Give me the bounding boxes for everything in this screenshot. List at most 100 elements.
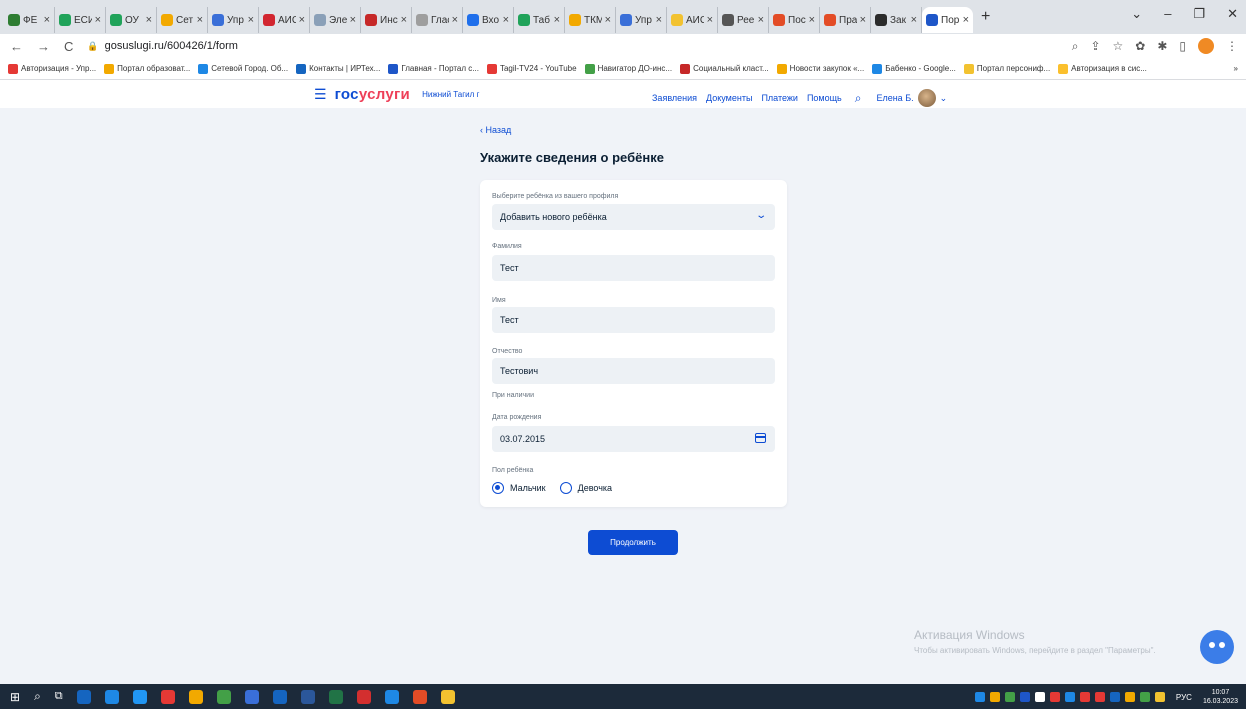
tab-close-icon[interactable]: × bbox=[707, 14, 713, 26]
bookmarks-more-button[interactable]: » bbox=[1234, 64, 1238, 73]
user-menu[interactable]: Елена Б. ⌄ bbox=[876, 89, 947, 107]
taskbar-app-icon[interactable] bbox=[160, 689, 175, 704]
continue-button[interactable]: Продолжить bbox=[588, 530, 678, 555]
bookmark-item[interactable]: Социальный класт... bbox=[680, 63, 769, 74]
tab-close-icon[interactable]: × bbox=[758, 14, 764, 26]
task-view-icon[interactable]: ⧉ bbox=[55, 690, 63, 703]
taskbar-app-icon[interactable] bbox=[384, 689, 399, 704]
tab-search-icon[interactable]: ⌄ bbox=[1131, 6, 1142, 22]
bookmark-item[interactable]: Сетевой Город. Об... bbox=[198, 63, 288, 74]
patronymic-field[interactable]: Тестович bbox=[492, 358, 775, 384]
language-indicator[interactable]: РУС bbox=[1176, 693, 1192, 702]
taskbar-app-icon[interactable] bbox=[440, 689, 455, 704]
browser-tab[interactable]: Рее × bbox=[718, 7, 769, 33]
tray-icon[interactable] bbox=[1019, 692, 1030, 702]
browser-tab[interactable]: Пос × bbox=[769, 7, 820, 33]
taskbar-search-icon[interactable]: ⌕ bbox=[34, 689, 41, 704]
browser-tab[interactable]: Упр × bbox=[616, 7, 667, 33]
tray-icon[interactable] bbox=[1004, 692, 1015, 702]
nav-applications[interactable]: Заявления bbox=[652, 93, 697, 103]
calendar-icon[interactable] bbox=[755, 433, 766, 443]
bookmark-item[interactable]: Авторизация в сис... bbox=[1058, 63, 1147, 74]
tab-close-icon[interactable]: × bbox=[146, 14, 152, 26]
tray-icon[interactable] bbox=[1094, 692, 1105, 702]
tray-icon[interactable] bbox=[989, 692, 1000, 702]
browser-tab[interactable]: ТКМ× bbox=[565, 7, 616, 33]
taskbar-app-icon[interactable] bbox=[328, 689, 343, 704]
radio-unchecked-icon[interactable] bbox=[559, 482, 572, 494]
close-window-button[interactable]: ✕ bbox=[1227, 6, 1238, 22]
browser-tab[interactable]: Эле × bbox=[310, 7, 361, 33]
bookmark-item[interactable]: Новости закупок «... bbox=[776, 63, 864, 74]
tray-icon[interactable] bbox=[1109, 692, 1120, 702]
tray-icon[interactable] bbox=[1034, 692, 1045, 702]
tab-close-icon[interactable]: × bbox=[605, 14, 611, 26]
tab-close-icon[interactable]: × bbox=[299, 14, 305, 26]
tab-close-icon[interactable]: × bbox=[963, 14, 969, 26]
url-field[interactable]: 🔒 gosuslugi.ru/600426/1/form bbox=[87, 40, 238, 52]
tab-close-icon[interactable]: × bbox=[860, 14, 866, 26]
puzzle-icon[interactable]: ✱ bbox=[1157, 39, 1167, 53]
bookmark-item[interactable]: Авторизация - Упр... bbox=[8, 63, 96, 74]
menu-icon[interactable]: ⋮ bbox=[1226, 39, 1238, 53]
site-logo[interactable]: ☰ госуслуги Нижний Тагил г bbox=[314, 86, 479, 103]
forward-arrow-icon[interactable]: → bbox=[37, 39, 50, 54]
extension-icon[interactable]: ✿ bbox=[1135, 39, 1145, 53]
sidepanel-icon[interactable]: ▯ bbox=[1179, 39, 1186, 53]
menu-burger-icon[interactable]: ☰ bbox=[314, 86, 327, 103]
gender-radio-girl[interactable]: Девочка bbox=[559, 482, 612, 494]
tray-icon[interactable] bbox=[974, 692, 985, 702]
minimize-button[interactable]: – bbox=[1164, 6, 1171, 22]
taskbar-app-icon[interactable] bbox=[244, 689, 259, 704]
tray-icon[interactable] bbox=[1139, 692, 1150, 702]
tab-close-icon[interactable]: × bbox=[350, 14, 356, 26]
browser-tab[interactable]: Пра × bbox=[820, 7, 871, 33]
tab-close-icon[interactable]: × bbox=[911, 14, 917, 26]
browser-tab[interactable]: Вхо × bbox=[463, 7, 514, 33]
name-field[interactable]: Тест bbox=[492, 307, 775, 333]
birthdate-field[interactable]: 03.07.2015 bbox=[492, 426, 775, 452]
browser-tab[interactable]: ЕСИ× bbox=[55, 7, 106, 33]
tray-icon[interactable] bbox=[1079, 692, 1090, 702]
browser-tab[interactable]: АИС× bbox=[667, 7, 718, 33]
bookmark-item[interactable]: Портал персониф... bbox=[963, 63, 1050, 74]
tab-close-icon[interactable]: × bbox=[95, 14, 101, 26]
taskbar-app-icon[interactable] bbox=[132, 689, 147, 704]
tray-icon[interactable] bbox=[1124, 692, 1135, 702]
browser-tab[interactable]: Упр × bbox=[208, 7, 259, 33]
nav-documents[interactable]: Документы bbox=[706, 93, 752, 103]
search-icon[interactable]: ⌕ bbox=[855, 91, 862, 106]
browser-tab[interactable]: Глас× bbox=[412, 7, 463, 33]
zoom-icon[interactable]: ⌕ bbox=[1072, 39, 1079, 54]
taskbar-app-icon[interactable] bbox=[300, 689, 315, 704]
tab-close-icon[interactable]: × bbox=[44, 14, 50, 26]
profile-avatar[interactable] bbox=[1198, 38, 1214, 54]
taskbar-app-icon[interactable] bbox=[76, 689, 91, 704]
taskbar-app-icon[interactable] bbox=[412, 689, 427, 704]
bookmark-item[interactable]: Портал образоват... bbox=[104, 63, 190, 74]
taskbar-app-icon[interactable] bbox=[104, 689, 119, 704]
start-windows-icon[interactable]: ⊞ bbox=[10, 690, 20, 704]
system-clock[interactable]: 10:07 16.03.2023 bbox=[1203, 688, 1238, 706]
nav-payments[interactable]: Платежи bbox=[761, 93, 798, 103]
tab-close-icon[interactable]: × bbox=[809, 14, 815, 26]
tray-icon[interactable] bbox=[1154, 692, 1165, 702]
bookmark-item[interactable]: Tagil-TV24 - YouTube bbox=[486, 63, 577, 74]
taskbar-app-icon[interactable] bbox=[188, 689, 203, 704]
taskbar-app-icon[interactable] bbox=[356, 689, 371, 704]
tab-close-icon[interactable]: × bbox=[197, 14, 203, 26]
bookmark-item[interactable]: Главная - Портал с... bbox=[388, 63, 479, 74]
restore-button[interactable]: ❐ bbox=[1193, 6, 1205, 22]
browser-tab[interactable]: Инс × bbox=[361, 7, 412, 33]
browser-tab[interactable]: Зак × bbox=[871, 7, 922, 33]
back-link[interactable]: ‹ Назад bbox=[480, 125, 511, 135]
tab-close-icon[interactable]: × bbox=[452, 14, 458, 26]
profile-child-select[interactable]: Добавить нового ребёнка ⌄ bbox=[492, 204, 775, 230]
tab-close-icon[interactable]: × bbox=[248, 14, 254, 26]
tab-close-icon[interactable]: × bbox=[656, 14, 662, 26]
back-arrow-icon[interactable]: ← bbox=[10, 39, 23, 54]
browser-tab[interactable]: ФЕ × bbox=[4, 7, 55, 33]
browser-tab[interactable]: Сет × bbox=[157, 7, 208, 33]
radio-checked-icon[interactable] bbox=[492, 482, 504, 494]
tray-icon[interactable] bbox=[1049, 692, 1060, 702]
